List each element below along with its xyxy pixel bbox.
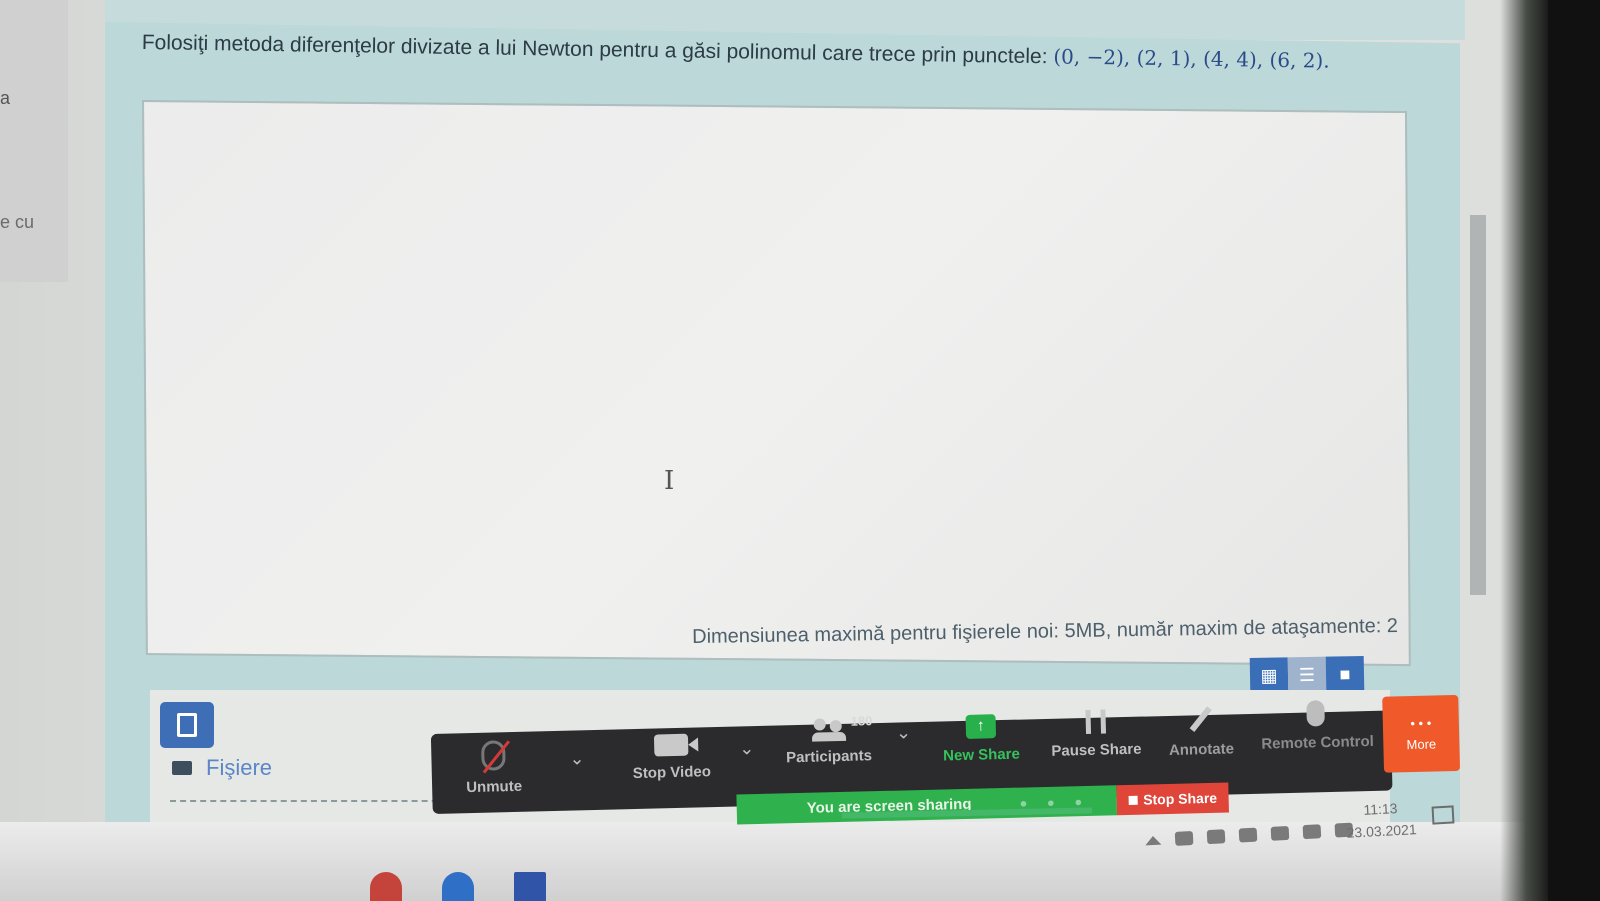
monitor-bezel xyxy=(1548,0,1600,901)
zoom-share-toolbar: Unmute ⌄ Stop Video ⌄ Participants 180 ⌄… xyxy=(430,676,1461,825)
more-dots-icon: • • • xyxy=(1410,715,1432,732)
mouse-icon xyxy=(1306,700,1325,727)
video-icon xyxy=(653,733,689,757)
monitor-bezel-edge xyxy=(1500,0,1548,901)
share-arrow-icon: ↑ xyxy=(965,714,997,739)
audio-options-chevron-icon[interactable]: ⌄ xyxy=(569,748,585,769)
pen-icon xyxy=(1189,706,1212,732)
remote-control-button[interactable]: Remote Control xyxy=(1260,699,1374,753)
participants-icon xyxy=(811,718,846,741)
new-share-button[interactable]: ↑ New Share xyxy=(936,713,1027,764)
notification-icon[interactable] xyxy=(1431,805,1455,825)
stop-share-button[interactable]: Stop Share xyxy=(1116,782,1229,816)
pause-icon xyxy=(1085,709,1107,734)
file-icon xyxy=(177,713,197,737)
files-header: Fişiere xyxy=(172,755,272,781)
more-button[interactable]: • • • More xyxy=(1382,694,1461,773)
files-label: Fişiere xyxy=(206,755,273,780)
network-icon[interactable] xyxy=(1238,827,1258,843)
folder-icon xyxy=(172,761,192,775)
participants-count: 180 xyxy=(850,713,873,729)
add-file-button[interactable] xyxy=(160,702,214,748)
volume-icon[interactable] xyxy=(1302,824,1322,840)
mic-muted-icon xyxy=(481,740,506,771)
pause-share-button[interactable]: Pause Share xyxy=(1045,709,1146,760)
taskbar-apps xyxy=(370,872,546,901)
annotate-button[interactable]: Annotate xyxy=(1160,704,1241,759)
text-cursor-icon: I xyxy=(664,466,675,496)
browser-app-icon[interactable] xyxy=(370,872,402,901)
cloud-icon[interactable] xyxy=(1174,830,1194,846)
stop-icon xyxy=(1128,795,1138,805)
participants-options-chevron-icon[interactable]: ⌄ xyxy=(896,722,912,743)
taskbar-clock[interactable]: 11:13 23.03.2021 xyxy=(1345,796,1417,844)
left-text-fragment: a xyxy=(0,88,11,108)
video-options-chevron-icon[interactable]: ⌄ xyxy=(739,738,755,759)
left-text-fragment: e cu xyxy=(0,212,35,232)
usb-icon[interactable] xyxy=(1206,829,1226,845)
page-scrollbar[interactable] xyxy=(1470,215,1486,595)
clock-date: 23.03.2021 xyxy=(1346,821,1418,841)
unmute-button[interactable]: Unmute xyxy=(453,739,534,796)
answer-textarea[interactable] xyxy=(142,100,1411,667)
app-icon[interactable] xyxy=(514,872,546,901)
left-side-panel: a e cu xyxy=(0,0,68,282)
stop-video-button[interactable]: Stop Video xyxy=(616,733,727,783)
battery-icon[interactable] xyxy=(1270,825,1290,841)
tray-expand-icon[interactable] xyxy=(1144,835,1162,845)
question-points: (0, −2), (2, 1), (4, 4), (6, 2). xyxy=(1053,44,1330,73)
app-icon[interactable] xyxy=(442,872,474,901)
